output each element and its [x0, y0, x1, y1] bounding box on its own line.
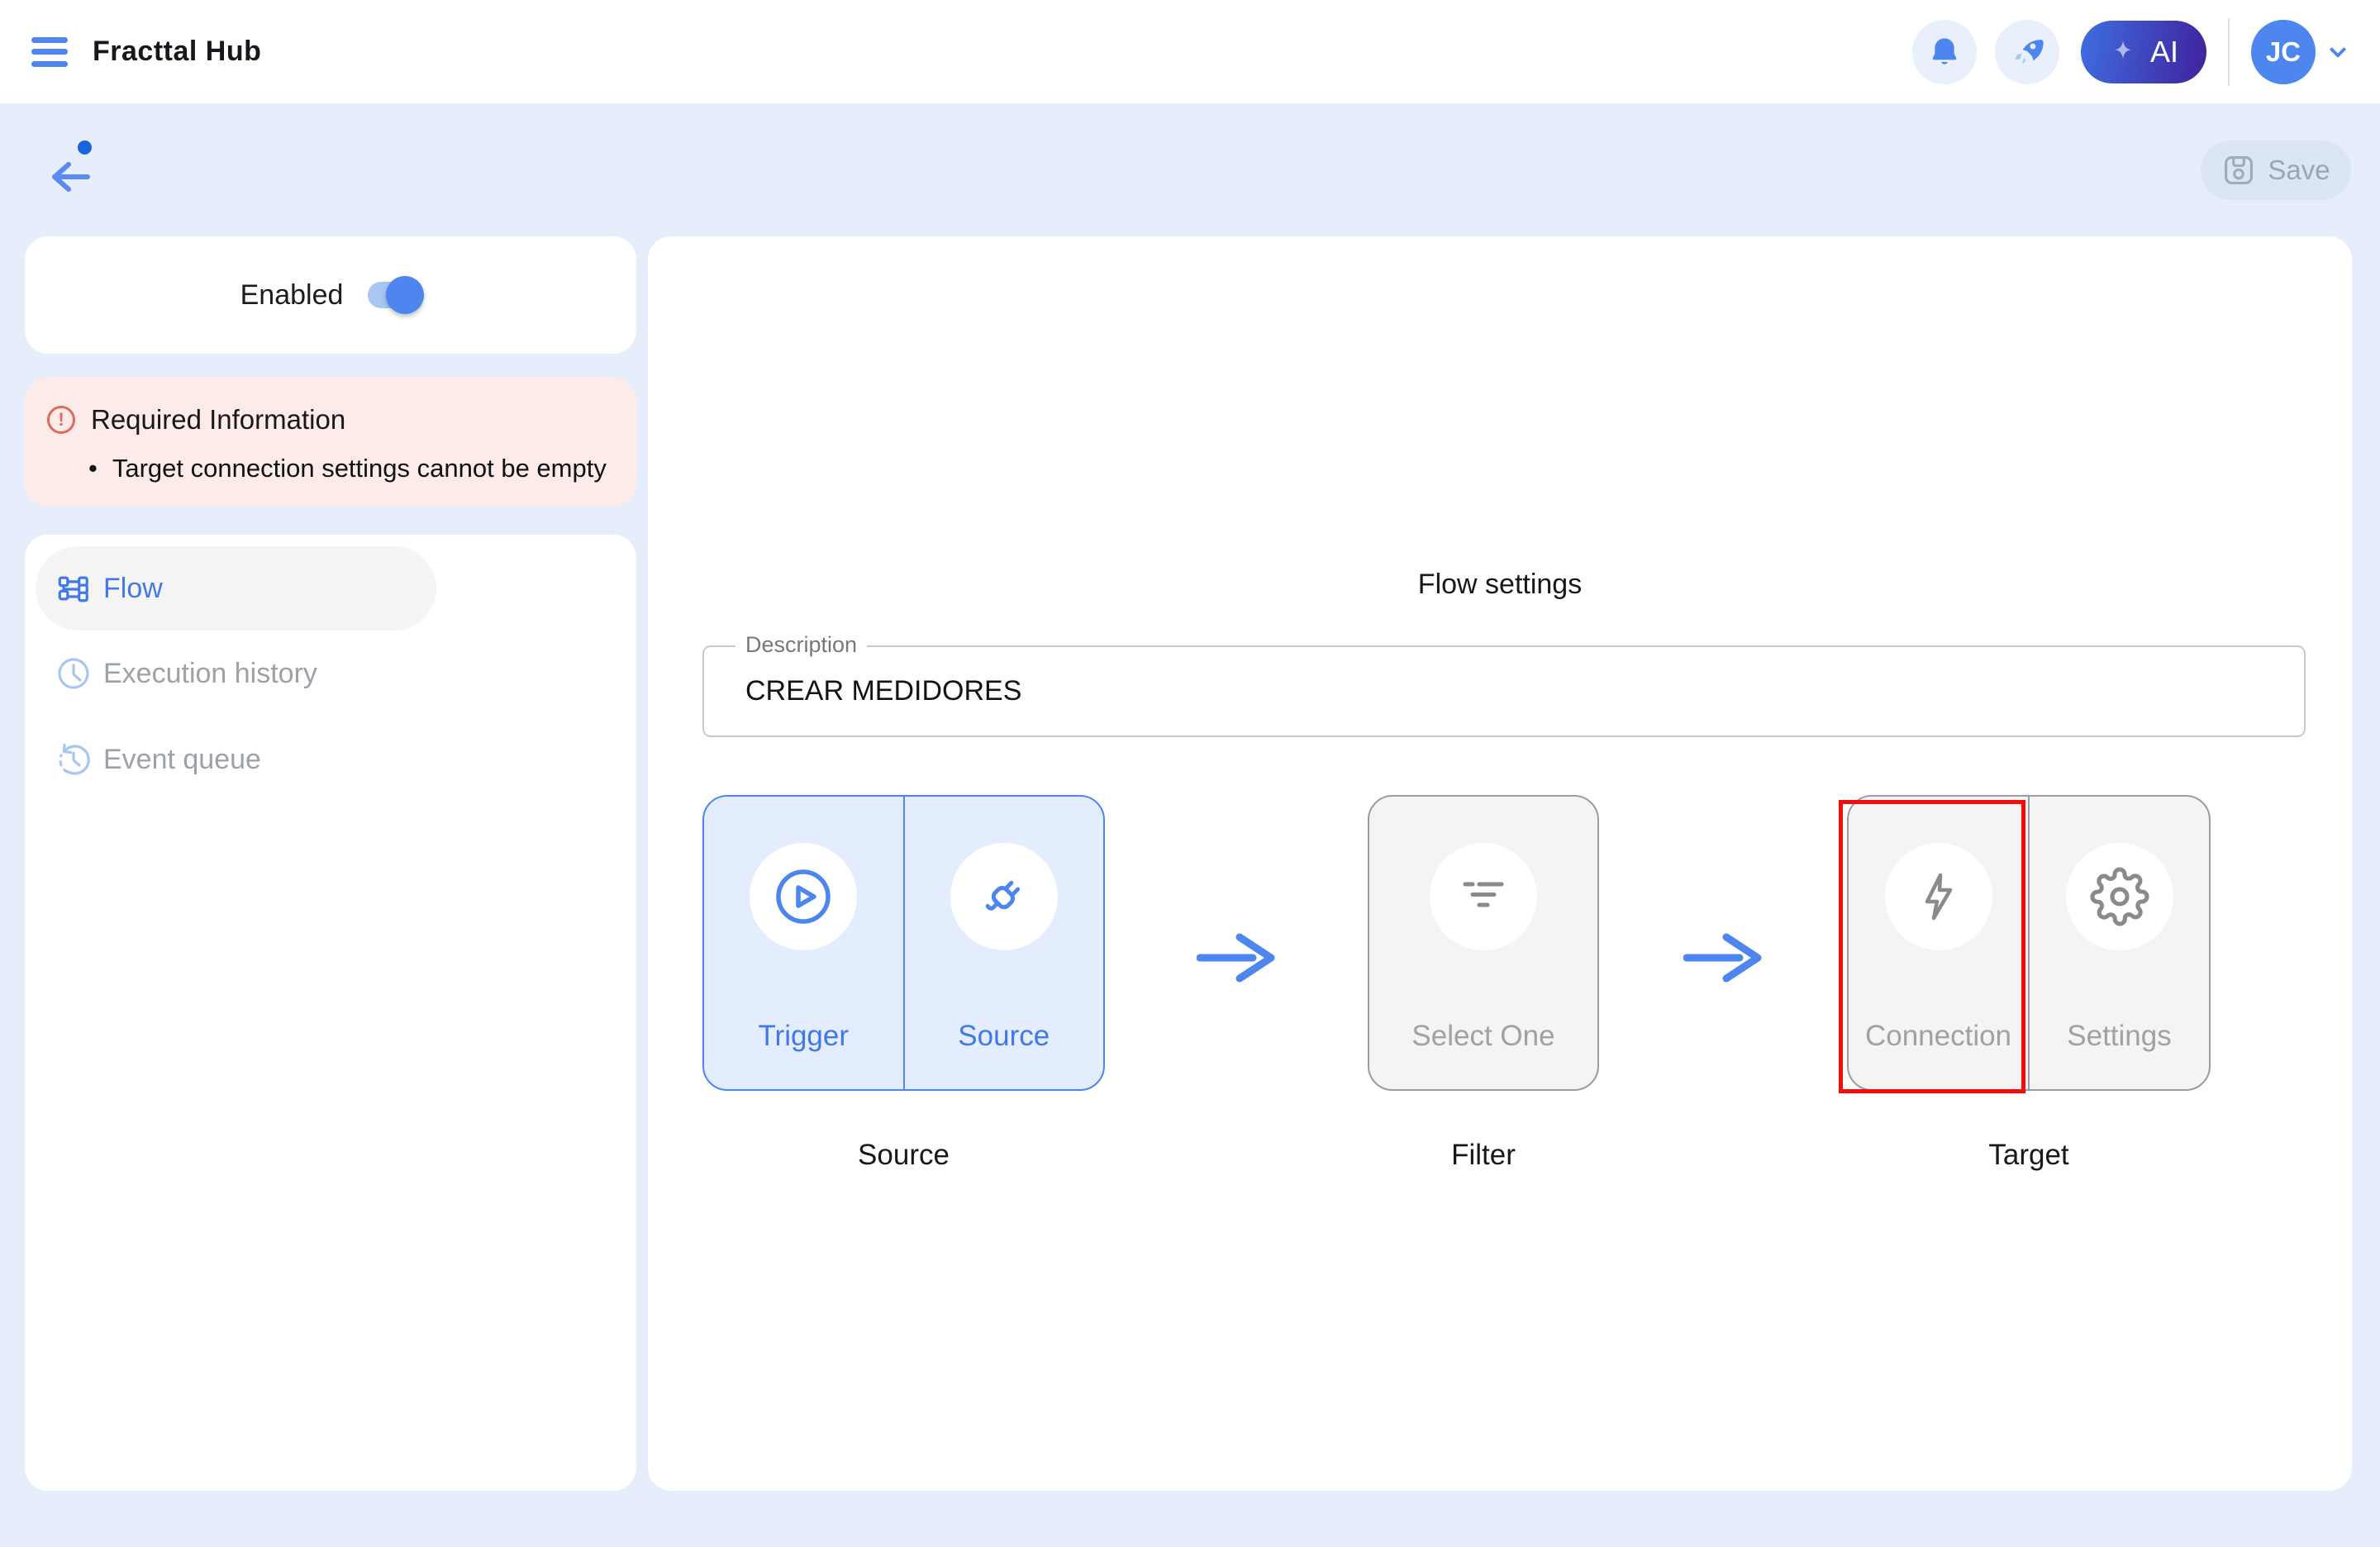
sidebar-item-execution-history[interactable]: Execution history	[36, 631, 626, 716]
hamburger-menu-icon[interactable]	[31, 37, 68, 67]
gear-icon	[2090, 867, 2149, 926]
filter-icon	[1457, 870, 1510, 923]
enabled-label: Enabled	[240, 279, 344, 312]
source-node-label: Source	[958, 1020, 1050, 1053]
trigger-node-circle	[750, 843, 857, 950]
arrow-right-icon	[1683, 931, 1763, 985]
trigger-node-label: Trigger	[758, 1020, 849, 1053]
workflow-icon	[56, 571, 91, 606]
source-group: Trigger Source	[702, 795, 1105, 1091]
ai-assistant-button[interactable]: AI	[2081, 21, 2206, 83]
rocket-icon	[2010, 35, 2044, 69]
sidebar-item-label: Flow	[103, 573, 163, 605]
ai-label: AI	[2150, 35, 2178, 69]
left-panel: Enabled ! Required Information • Target …	[25, 236, 636, 1491]
alert-exclamation-icon: !	[47, 406, 75, 434]
filter-node-circle	[1430, 843, 1537, 950]
connection-node-label: Connection	[1865, 1020, 2011, 1053]
alert-item: • Target connection settings cannot be e…	[88, 454, 620, 483]
back-button[interactable]	[46, 145, 96, 195]
notifications-button[interactable]	[1912, 20, 1977, 84]
source-group-label: Source	[702, 1139, 1105, 1172]
chevron-down-icon	[2325, 40, 2350, 64]
unsaved-changes-dot	[78, 140, 92, 155]
settings-node[interactable]: Settings	[2030, 797, 2209, 1089]
settings-node-label: Settings	[2067, 1020, 2171, 1053]
account-menu-button[interactable]	[2325, 40, 2350, 64]
topbar-actions: AI JC	[1894, 18, 2350, 86]
top-bar: Fracttal Hub AI JC	[0, 0, 2380, 103]
settings-node-circle	[2066, 843, 2173, 950]
user-avatar[interactable]: JC	[2251, 20, 2316, 84]
description-input[interactable]	[704, 647, 2304, 735]
flow-connector-2	[1599, 795, 1847, 1091]
topbar-divider	[2228, 18, 2230, 86]
required-info-alert: ! Required Information • Target connecti…	[25, 378, 636, 507]
description-field: Description	[702, 645, 2306, 737]
page-title: Flow settings	[648, 569, 2352, 601]
save-icon	[2221, 153, 2256, 188]
content-area: Enabled ! Required Information • Target …	[0, 236, 2380, 1519]
lightning-bolt-icon	[1912, 870, 1965, 923]
source-node-circle	[950, 843, 1058, 950]
alert-title: Required Information	[91, 404, 345, 436]
bell-icon	[1928, 36, 1961, 69]
connection-node-circle	[1885, 843, 1992, 950]
enabled-toggle[interactable]	[368, 282, 421, 308]
flow-diagram: Trigger Source	[648, 795, 2352, 1091]
flow-group-labels: Source Filter Target	[648, 1139, 2352, 1172]
filter-node[interactable]: Select One	[1368, 795, 1599, 1091]
history-icon	[56, 742, 91, 777]
source-node[interactable]: Source	[905, 797, 1104, 1089]
toggle-knob	[386, 276, 424, 314]
page-header: Save	[0, 103, 2380, 236]
sparkle-icon	[2109, 38, 2137, 66]
target-group: Connection Settings	[1847, 795, 2211, 1091]
trigger-node[interactable]: Trigger	[704, 797, 905, 1089]
sidebar-item-flow[interactable]: Flow	[36, 546, 436, 631]
arrow-right-icon	[1197, 931, 1276, 985]
launcher-button[interactable]	[1995, 20, 2059, 84]
target-group-label: Target	[1847, 1139, 2211, 1172]
sidebar-item-event-queue[interactable]: Event queue	[36, 716, 626, 802]
filter-node-label: Select One	[1411, 1020, 1554, 1053]
sidebar-nav: Flow Execution history Event queue	[25, 535, 636, 1491]
back-arrow-icon	[46, 157, 93, 197]
enabled-card: Enabled	[25, 236, 636, 354]
sidebar-item-label: Event queue	[103, 744, 261, 776]
alert-bullet: •	[88, 454, 98, 483]
description-field-label: Description	[735, 632, 867, 658]
save-label: Save	[2268, 155, 2330, 186]
plug-icon	[974, 867, 1034, 926]
filter-group-label: Filter	[1368, 1139, 1599, 1172]
connection-node[interactable]: Connection	[1849, 797, 2030, 1089]
alert-item-text: Target connection settings cannot be emp…	[112, 454, 607, 483]
save-button[interactable]: Save	[2201, 140, 2351, 200]
clock-icon	[56, 656, 91, 691]
play-circle-icon	[772, 865, 835, 928]
app-title: Fracttal Hub	[93, 36, 261, 68]
flow-settings-card: Flow settings Description Trigger	[648, 236, 2352, 1491]
flow-connector-1	[1105, 795, 1368, 1091]
sidebar-item-label: Execution history	[103, 658, 317, 690]
